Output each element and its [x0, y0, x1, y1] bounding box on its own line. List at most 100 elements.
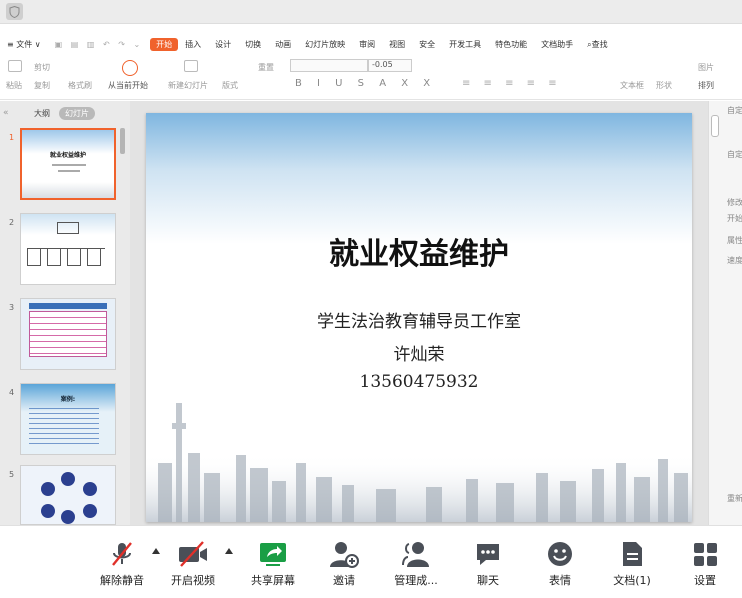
- thumb-diagram-box: [47, 248, 61, 266]
- start-video-label: 开启视频: [171, 574, 215, 587]
- thumb-diagram-box: [67, 248, 81, 266]
- file-menu[interactable]: ≡ 文件 ∨: [0, 39, 48, 50]
- muted-mic-icon: [108, 540, 136, 568]
- thumb-circle: [83, 504, 97, 518]
- document-icon: [619, 540, 645, 568]
- tab-slideshow[interactable]: 幻灯片放映: [298, 39, 352, 50]
- chat-bubble-icon: [474, 540, 502, 568]
- meeting-toolbar: 解除静音 开启视频 共享屏幕 邀请 管理成... 聊天 表情 文档(1) 设置: [0, 525, 742, 597]
- app-shield-icon: [6, 3, 23, 20]
- settings-button[interactable]: 设置: [688, 526, 722, 598]
- video-options-caret-icon[interactable]: [225, 548, 233, 554]
- play-from-current-button[interactable]: 从当前开始: [108, 80, 148, 91]
- slide-phone[interactable]: 13560475932: [146, 372, 692, 392]
- thumb-text-line: [58, 170, 80, 172]
- thumb-text-line: [52, 164, 86, 166]
- picture-button[interactable]: 图片: [698, 62, 714, 73]
- play-icon[interactable]: [122, 60, 138, 76]
- settings-label: 设置: [694, 574, 716, 587]
- grid-settings-icon: [691, 540, 719, 568]
- reset-button[interactable]: 重置: [258, 62, 274, 73]
- slide-subtitle[interactable]: 学生法治教育辅导员工作室: [146, 307, 692, 332]
- format-painter-button[interactable]: 格式刷: [68, 80, 92, 91]
- tab-review[interactable]: 审阅: [352, 39, 382, 50]
- slide-number: 3: [9, 303, 15, 312]
- window-titlebar: [0, 0, 742, 24]
- pane-label: 速度: [727, 256, 742, 265]
- tab-security[interactable]: 安全: [412, 39, 442, 50]
- thumb-table: [29, 311, 107, 357]
- ribbon-toolbar: 粘贴 剪切 复制 格式刷 从当前开始 新建幻灯片 版式 重置 -0.05 B I…: [0, 54, 742, 100]
- add-user-icon: [329, 540, 359, 568]
- pane-label: 重新: [727, 494, 742, 503]
- textbox-button[interactable]: 文本框: [620, 80, 644, 91]
- quick-access-icons: ▣ ▤ ▥ ↶ ↷ ⌄: [54, 39, 144, 49]
- invite-label: 邀请: [333, 574, 355, 587]
- slide-thumbnail-4[interactable]: 案例:: [20, 383, 116, 455]
- share-screen-icon: [258, 540, 288, 568]
- new-slide-button[interactable]: 新建幻灯片: [168, 80, 208, 91]
- thumb-text-lines: [29, 404, 99, 444]
- thumb-circle: [83, 482, 97, 496]
- font-style-buttons[interactable]: B I U S A X X: [295, 78, 436, 89]
- chat-label: 聊天: [477, 574, 499, 587]
- tab-animation[interactable]: 动画: [268, 39, 298, 50]
- slide-number: 5: [9, 470, 15, 479]
- manage-members-label: 管理成...: [394, 574, 438, 587]
- documents-button[interactable]: 文档(1): [610, 526, 654, 598]
- tab-developer[interactable]: 开发工具: [442, 39, 488, 50]
- paste-icon[interactable]: [8, 60, 22, 72]
- tab-transition[interactable]: 切换: [238, 39, 268, 50]
- share-screen-label: 共享屏幕: [251, 574, 295, 587]
- new-slide-icon[interactable]: [184, 60, 198, 72]
- slide-thumbnail-2[interactable]: [20, 213, 116, 285]
- share-screen-button[interactable]: 共享屏幕: [248, 526, 298, 598]
- city-skyline-graphic: [146, 403, 692, 522]
- start-video-button[interactable]: 开启视频: [168, 526, 218, 598]
- thumb-skyline: [22, 182, 114, 198]
- tab-features[interactable]: 特色功能: [488, 39, 534, 50]
- slide-thumbnail-1[interactable]: 就业权益维护: [20, 128, 116, 200]
- mic-options-caret-icon[interactable]: [152, 548, 160, 554]
- copy-button[interactable]: 复制: [34, 80, 50, 91]
- tab-insert[interactable]: 插入: [178, 39, 208, 50]
- slide-thumbnail-5[interactable]: [20, 465, 116, 525]
- paste-button[interactable]: 粘贴: [6, 80, 22, 91]
- search-label: 查找: [591, 39, 608, 49]
- collapse-pane-icon[interactable]: «: [3, 108, 9, 118]
- reactions-button[interactable]: 表情: [542, 526, 578, 598]
- layout-button[interactable]: 版式: [222, 80, 238, 91]
- tab-home[interactable]: 开始: [150, 37, 179, 51]
- unmute-label: 解除静音: [100, 574, 144, 587]
- thumb-circle: [41, 504, 55, 518]
- tab-doc-assistant[interactable]: 文档助手: [534, 39, 580, 50]
- manage-members-button[interactable]: 管理成...: [392, 526, 440, 598]
- slide-title[interactable]: 就业权益维护: [146, 229, 692, 273]
- tab-outline[interactable]: 大纲: [34, 108, 50, 119]
- slide-presenter[interactable]: 许灿荣: [146, 340, 692, 365]
- tab-view[interactable]: 视图: [382, 39, 412, 50]
- invite-button[interactable]: 邀请: [326, 526, 362, 598]
- chat-button[interactable]: 聊天: [470, 526, 506, 598]
- arrange-button[interactable]: 排列: [698, 80, 714, 91]
- shape-button[interactable]: 形状: [656, 80, 672, 91]
- smiley-icon: [546, 540, 574, 568]
- pane-scrollbar[interactable]: [120, 128, 125, 154]
- slide-thumbnail-3[interactable]: [20, 298, 116, 370]
- pane-label: 自定: [727, 150, 742, 159]
- animation-pane: 自定 自定 修改 开始 属性 速度 重新: [708, 101, 742, 525]
- slide-number: 2: [9, 218, 15, 227]
- current-slide[interactable]: 就业权益维护 学生法治教育辅导员工作室 许灿荣 13560475932: [146, 113, 692, 522]
- font-size-input[interactable]: -0.05: [368, 59, 412, 72]
- tab-slides[interactable]: 幻灯片: [59, 107, 95, 120]
- font-name-select[interactable]: [290, 59, 368, 72]
- thumb-diagram-box: [87, 248, 101, 266]
- unmute-button[interactable]: 解除静音: [98, 526, 146, 598]
- tab-design[interactable]: 设计: [208, 39, 238, 50]
- search-button[interactable]: ⌕查找: [580, 39, 614, 50]
- thumb-circle: [61, 472, 75, 486]
- cut-button[interactable]: 剪切: [34, 62, 50, 73]
- paragraph-buttons[interactable]: ≡ ≡ ≡ ≡ ≡: [462, 78, 562, 89]
- thumb-diagram-box: [57, 222, 79, 234]
- right-pane-scrollbar[interactable]: [711, 115, 719, 137]
